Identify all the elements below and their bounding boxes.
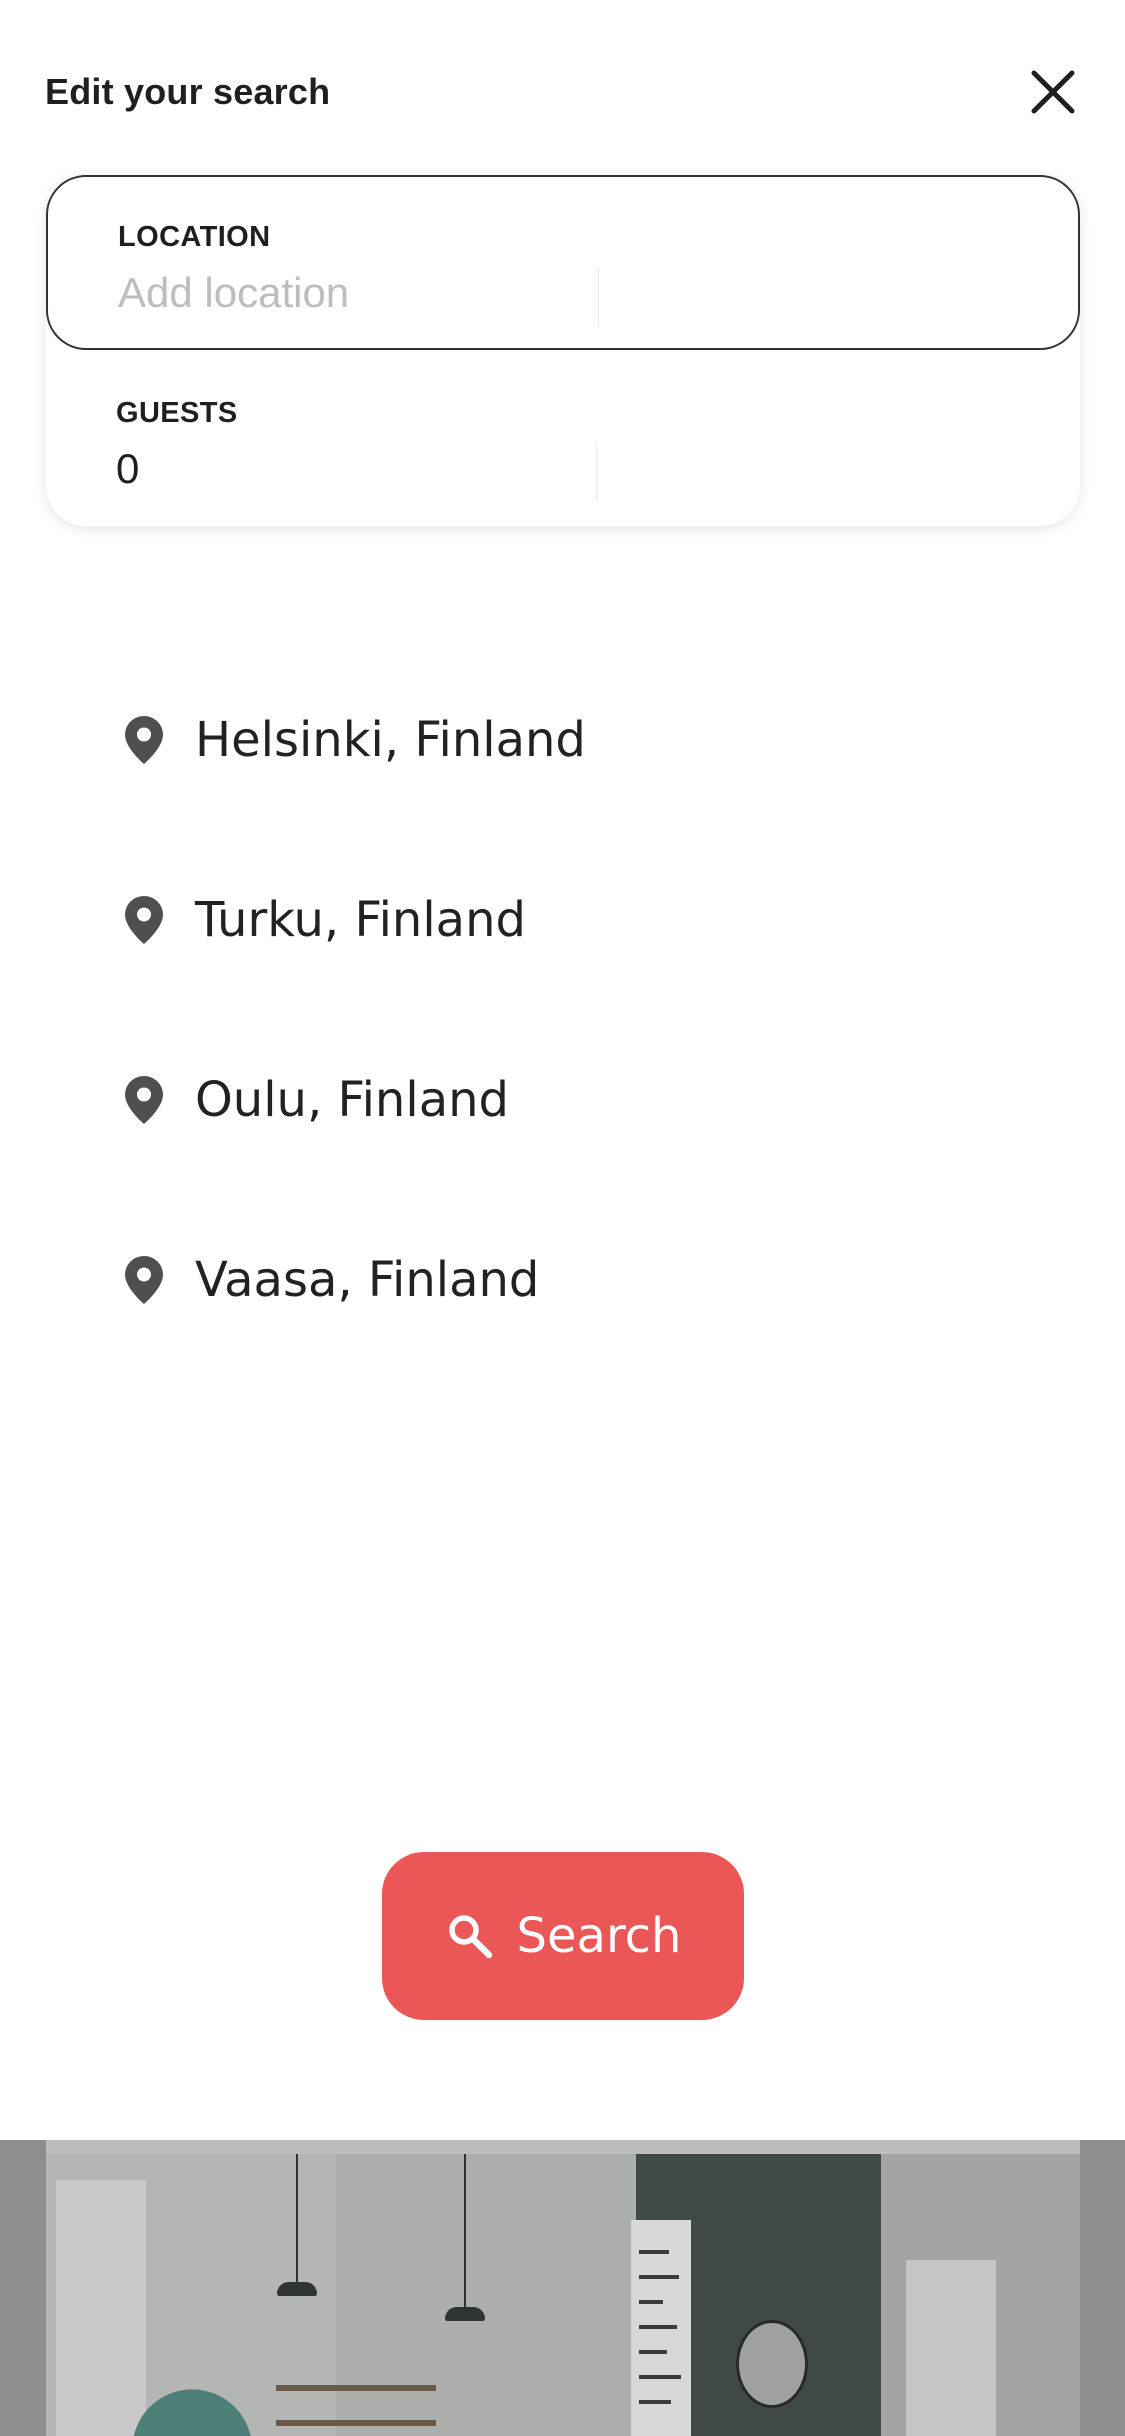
suggestion-oulu[interactable]: Oulu, Finland <box>120 1060 920 1140</box>
location-input[interactable] <box>118 265 598 321</box>
location-field[interactable]: LOCATION <box>46 175 1080 350</box>
close-button[interactable] <box>1023 62 1083 122</box>
search-header: Edit your search <box>45 62 1080 122</box>
guests-label: GUESTS <box>116 397 238 429</box>
search-icon <box>448 1915 492 1959</box>
suggestion-label: Turku, Finland <box>195 892 526 948</box>
map-pin-icon <box>120 892 168 948</box>
suggestion-label: Oulu, Finland <box>195 1072 509 1128</box>
suggestion-label: Helsinki, Finland <box>195 712 586 768</box>
search-button-label: Search <box>516 1908 682 1964</box>
field-divider <box>596 441 597 501</box>
suggestion-helsinki[interactable]: Helsinki, Finland <box>120 700 920 780</box>
suggestion-turku[interactable]: Turku, Finland <box>120 880 920 960</box>
map-pin-icon <box>120 712 168 768</box>
map-pin-icon <box>120 1072 168 1128</box>
suggestion-label: Vaasa, Finland <box>195 1252 540 1308</box>
search-button[interactable]: Search <box>382 1852 744 2020</box>
suggestion-vaasa[interactable]: Vaasa, Finland <box>120 1240 920 1320</box>
page-title: Edit your search <box>45 71 331 112</box>
location-label: LOCATION <box>118 221 271 253</box>
field-divider <box>598 267 599 327</box>
guests-value[interactable]: 0 <box>116 445 139 493</box>
search-form-card: LOCATION GUESTS 0 <box>46 175 1080 526</box>
close-icon <box>1031 70 1075 114</box>
background-overlay[interactable] <box>0 2140 1125 2436</box>
map-pin-icon <box>120 1252 168 1308</box>
guests-field[interactable]: GUESTS 0 <box>46 351 1080 526</box>
listing-photo <box>46 2140 1080 2436</box>
